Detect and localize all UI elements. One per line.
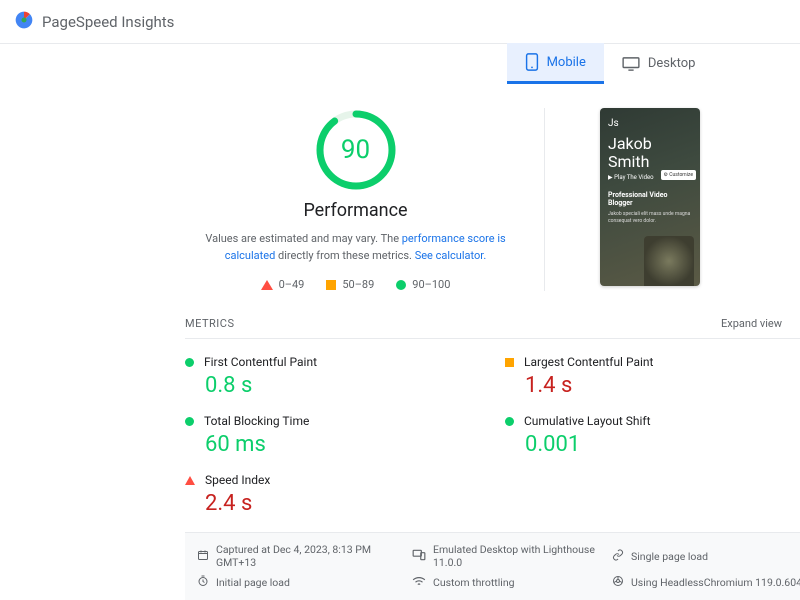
tab-mobile[interactable]: Mobile: [507, 43, 604, 84]
square-icon: [326, 280, 336, 290]
content: 90 Performance Values are estimated and …: [0, 84, 800, 600]
preview-logo: Js: [608, 118, 692, 129]
info-emulated: Emulated Desktop with Lighthouse 11.0.0: [412, 543, 612, 569]
logo-wrap: PageSpeed Insights: [14, 10, 174, 34]
metric-fcp-label: First Contentful Paint: [204, 355, 317, 369]
score-title: Performance: [185, 200, 526, 221]
tab-desktop[interactable]: Desktop: [604, 43, 714, 84]
metric-tbt-label: Total Blocking Time: [204, 414, 309, 428]
psi-logo-icon: [14, 10, 34, 34]
metric-cls-label: Cumulative Layout Shift: [524, 414, 651, 428]
metric-fcp: First Contentful Paint 0.8 s: [185, 345, 505, 404]
score-disclaimer: Values are estimated and may vary. The p…: [196, 231, 516, 264]
metric-lcp-label: Largest Contentful Paint: [524, 355, 653, 369]
metric-cls: Cumulative Layout Shift 0.001: [505, 404, 785, 463]
legend-avg: 50–89: [326, 278, 374, 291]
score-box: 90 Performance Values are estimated and …: [185, 108, 545, 291]
circle-icon: [185, 417, 194, 426]
app-title: PageSpeed Insights: [42, 13, 174, 31]
circle-icon: [396, 280, 406, 290]
devices-icon: [412, 549, 426, 564]
score-gauge: 90: [314, 108, 398, 192]
link-icon: [612, 549, 624, 564]
triangle-icon: [261, 280, 273, 290]
disclaimer-mid: directly from these metrics.: [275, 249, 414, 262]
score-value: 90: [341, 135, 370, 165]
circle-icon: [505, 417, 514, 426]
timer-icon: [197, 575, 209, 590]
tab-mobile-label: Mobile: [547, 55, 586, 70]
phone-inner: Js Jakob Smith ▶ Play The Video ⚙ Custom…: [600, 108, 700, 234]
expand-view-link[interactable]: Expand view: [721, 317, 782, 330]
metric-fcp-value: 0.8 s: [205, 373, 497, 398]
summary-row: 90 Performance Values are estimated and …: [185, 108, 800, 291]
chrome-icon: [612, 575, 624, 590]
metrics-header: METRICS Expand view: [185, 317, 788, 330]
metric-tbt: Total Blocking Time 60 ms: [185, 404, 505, 463]
preview-tag: ⚙ Customize: [661, 170, 696, 180]
mobile-icon: [525, 53, 539, 71]
info-initial: Initial page load: [197, 575, 412, 590]
score-legend: 0–49 50–89 90–100: [185, 278, 526, 291]
page-preview: Js Jakob Smith ▶ Play The Video ⚙ Custom…: [545, 108, 795, 286]
square-icon: [505, 358, 514, 367]
phone-frame: Js Jakob Smith ▶ Play The Video ⚙ Custom…: [600, 108, 700, 286]
device-tabs: Mobile Desktop: [0, 43, 800, 84]
wifi-icon: [412, 575, 426, 590]
metrics-heading: METRICS: [185, 317, 235, 330]
metric-si-label: Speed Index: [205, 473, 270, 487]
info-throttling: Custom throttling: [412, 575, 612, 590]
metric-si: Speed Index 2.4 s: [185, 463, 505, 522]
preview-desc: Jakob speciali elit mass unde magna cons…: [608, 211, 692, 224]
disclaimer-link-2[interactable]: See calculator.: [415, 249, 487, 262]
desktop-icon: [622, 57, 640, 71]
tab-desktop-label: Desktop: [648, 56, 696, 71]
metric-lcp: Largest Contentful Paint 1.4 s: [505, 345, 785, 404]
top-bar: PageSpeed Insights: [0, 0, 800, 44]
triangle-icon: [185, 476, 195, 485]
preview-photo: [644, 236, 694, 286]
metric-si-value: 2.4 s: [205, 491, 497, 516]
info-single: Single page load: [612, 543, 800, 569]
metric-cls-value: 0.001: [525, 432, 777, 457]
preview-name: Jakob Smith: [608, 135, 692, 170]
info-chrome: Using HeadlessChromium 119.0.6045.159 wi…: [612, 575, 800, 590]
preview-subtitle: Professional Video Blogger: [608, 191, 692, 207]
metrics-grid: First Contentful Paint 0.8 s Largest Con…: [185, 338, 800, 532]
info-captured: Captured at Dec 4, 2023, 8:13 PM GMT+13: [197, 543, 412, 569]
legend-pass: 90–100: [396, 278, 450, 291]
metric-lcp-value: 1.4 s: [525, 373, 777, 398]
circle-icon: [185, 358, 194, 367]
metric-tbt-value: 60 ms: [205, 432, 497, 457]
calendar-icon: [197, 549, 209, 564]
capture-info: Captured at Dec 4, 2023, 8:13 PM GMT+13 …: [185, 532, 800, 600]
legend-fail: 0–49: [261, 278, 305, 291]
disclaimer-pre: Values are estimated and may vary. The: [205, 232, 401, 245]
